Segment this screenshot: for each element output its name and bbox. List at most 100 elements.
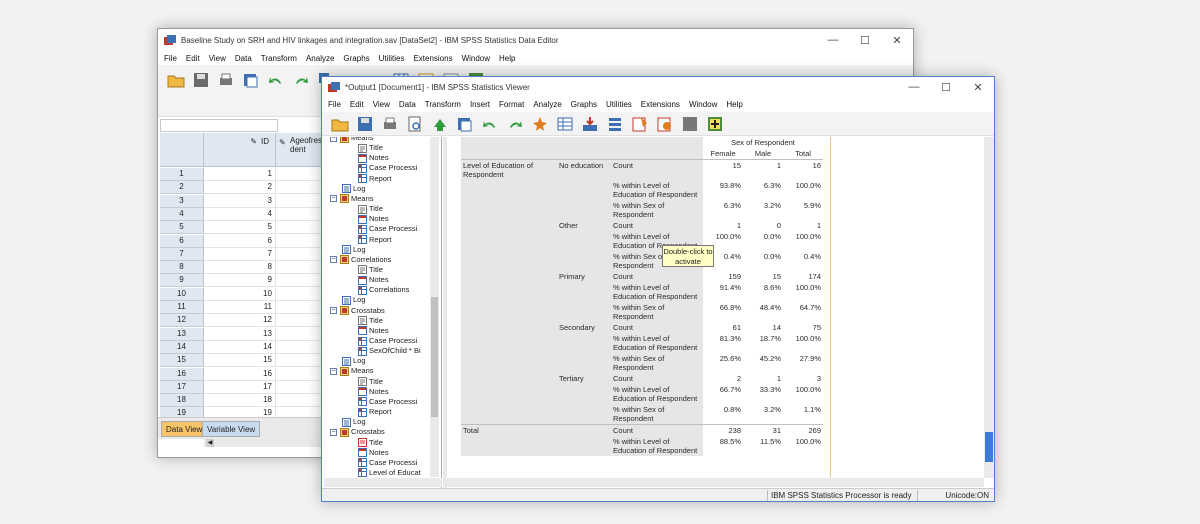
maximize-button[interactable]: ☐ bbox=[930, 77, 962, 97]
undo-icon[interactable] bbox=[266, 71, 286, 89]
outline-item[interactable]: − Crosstabs bbox=[330, 427, 385, 437]
collapse-toggle-icon[interactable]: − bbox=[330, 428, 337, 436]
menu-help[interactable]: Help bbox=[499, 54, 515, 63]
outline-item[interactable]: − Crosstabs bbox=[330, 306, 385, 316]
age-cell[interactable] bbox=[276, 168, 326, 181]
row-number[interactable]: 8 bbox=[160, 261, 204, 275]
menu-file[interactable]: File bbox=[328, 100, 341, 109]
outline-item[interactable]: Report bbox=[358, 407, 392, 417]
row-number[interactable]: 2 bbox=[160, 181, 204, 195]
row-number[interactable]: 15 bbox=[160, 354, 204, 368]
recall-dialog-icon[interactable] bbox=[455, 115, 475, 133]
age-cell[interactable] bbox=[276, 195, 326, 208]
cell-editor-bar[interactable] bbox=[160, 119, 278, 132]
id-cell[interactable]: 12 bbox=[204, 314, 276, 328]
variables-icon[interactable] bbox=[605, 115, 625, 133]
menu-window[interactable]: Window bbox=[689, 100, 717, 109]
outline-item[interactable]: − Means bbox=[330, 137, 374, 143]
age-cell[interactable] bbox=[276, 235, 326, 248]
id-cell[interactable]: 7 bbox=[204, 247, 276, 261]
designate-window-icon[interactable] bbox=[630, 115, 650, 133]
menu-utilities[interactable]: Utilities bbox=[606, 100, 632, 109]
id-cell[interactable]: 3 bbox=[204, 194, 276, 208]
id-cell[interactable]: 11 bbox=[204, 301, 276, 314]
outline-item[interactable]: Case Processi bbox=[358, 458, 417, 468]
menu-file[interactable]: File bbox=[164, 54, 177, 63]
id-cell[interactable]: 4 bbox=[204, 207, 276, 221]
id-cell[interactable]: 2 bbox=[204, 181, 276, 195]
collapse-toggle-icon[interactable]: − bbox=[330, 307, 337, 315]
undo-icon[interactable] bbox=[480, 115, 500, 133]
outline-item[interactable]: Notes bbox=[358, 387, 389, 397]
print-preview-icon[interactable] bbox=[405, 115, 425, 133]
outline-item[interactable]: Report bbox=[358, 174, 392, 184]
outline-item[interactable]: Notes bbox=[358, 214, 389, 224]
outline-item[interactable]: Case Processi bbox=[358, 336, 417, 346]
age-cell[interactable] bbox=[276, 368, 326, 381]
menu-window[interactable]: Window bbox=[462, 54, 490, 63]
outline-item[interactable]: Title bbox=[358, 438, 383, 448]
id-cell[interactable]: 13 bbox=[204, 327, 276, 341]
outline-item[interactable]: − Correlations bbox=[330, 255, 391, 265]
age-cell[interactable] bbox=[276, 248, 326, 261]
age-cell[interactable] bbox=[276, 221, 326, 235]
outline-item[interactable]: Notes bbox=[358, 326, 389, 336]
row-number[interactable]: 11 bbox=[160, 301, 204, 314]
id-cell[interactable]: 15 bbox=[204, 354, 276, 368]
age-cell[interactable] bbox=[276, 301, 326, 314]
id-cell[interactable]: 17 bbox=[204, 380, 276, 394]
row-number[interactable]: 3 bbox=[160, 194, 204, 208]
age-cell[interactable] bbox=[276, 288, 326, 301]
open-icon[interactable] bbox=[330, 115, 350, 133]
id-cell[interactable]: 18 bbox=[204, 394, 276, 408]
menu-utilities[interactable]: Utilities bbox=[379, 54, 405, 63]
row-number[interactable]: 12 bbox=[160, 314, 204, 328]
outline-item[interactable]: Report bbox=[358, 235, 392, 245]
content-scroll-thumb[interactable] bbox=[985, 432, 993, 462]
grid-hscroll[interactable]: ◀ bbox=[204, 439, 326, 447]
outline-item[interactable]: Notes bbox=[358, 153, 389, 163]
row-number[interactable]: 10 bbox=[160, 287, 204, 301]
row-number[interactable]: 16 bbox=[160, 367, 204, 381]
outline-item[interactable]: SexOfChild * Bi bbox=[358, 346, 421, 356]
menu-transform[interactable]: Transform bbox=[425, 100, 461, 109]
row-number[interactable]: 6 bbox=[160, 234, 204, 248]
collapse-toggle-icon[interactable]: − bbox=[330, 367, 337, 375]
outline-item[interactable]: Title bbox=[358, 265, 383, 275]
row-number[interactable]: 17 bbox=[160, 380, 204, 394]
age-cell[interactable] bbox=[276, 208, 326, 221]
outline-item[interactable]: Title bbox=[358, 377, 383, 387]
outline-scroll-thumb[interactable] bbox=[431, 297, 438, 417]
print-icon[interactable] bbox=[216, 71, 236, 89]
column-header-id[interactable]: ✎ ID bbox=[204, 133, 276, 167]
row-number[interactable]: 18 bbox=[160, 394, 204, 408]
outline-item[interactable]: Case Processi bbox=[358, 224, 417, 234]
outline-item[interactable]: Case Processi bbox=[358, 397, 417, 407]
menu-graphs[interactable]: Graphs bbox=[571, 100, 597, 109]
id-cell[interactable]: 10 bbox=[204, 287, 276, 301]
row-number[interactable]: 5 bbox=[160, 221, 204, 235]
menu-view[interactable]: View bbox=[209, 54, 226, 63]
content-vscroll[interactable] bbox=[984, 137, 994, 478]
minimize-button[interactable]: — bbox=[817, 29, 849, 51]
id-cell[interactable]: 1 bbox=[204, 168, 276, 181]
id-cell[interactable]: 5 bbox=[204, 221, 276, 235]
age-cell[interactable] bbox=[276, 181, 326, 195]
menu-analyze[interactable]: Analyze bbox=[306, 54, 334, 63]
print-icon[interactable] bbox=[380, 115, 400, 133]
id-cell[interactable]: 16 bbox=[204, 367, 276, 381]
menu-analyze[interactable]: Analyze bbox=[533, 100, 561, 109]
outline-item[interactable]: Log bbox=[342, 184, 366, 194]
menu-data[interactable]: Data bbox=[235, 54, 252, 63]
scroll-left-icon[interactable]: ◀ bbox=[206, 439, 214, 447]
outline-item[interactable]: Notes bbox=[358, 448, 389, 458]
menu-data[interactable]: Data bbox=[399, 100, 416, 109]
age-cell[interactable] bbox=[276, 328, 326, 341]
menu-transform[interactable]: Transform bbox=[261, 54, 297, 63]
recall-dialog-icon[interactable] bbox=[241, 71, 261, 89]
data-editor-titlebar[interactable]: Baseline Study on SRH and HIV linkages a… bbox=[158, 29, 913, 51]
save-icon[interactable] bbox=[191, 71, 211, 89]
id-cell[interactable]: 9 bbox=[204, 274, 276, 288]
save-icon[interactable] bbox=[355, 115, 375, 133]
collapse-icon[interactable] bbox=[655, 115, 675, 133]
